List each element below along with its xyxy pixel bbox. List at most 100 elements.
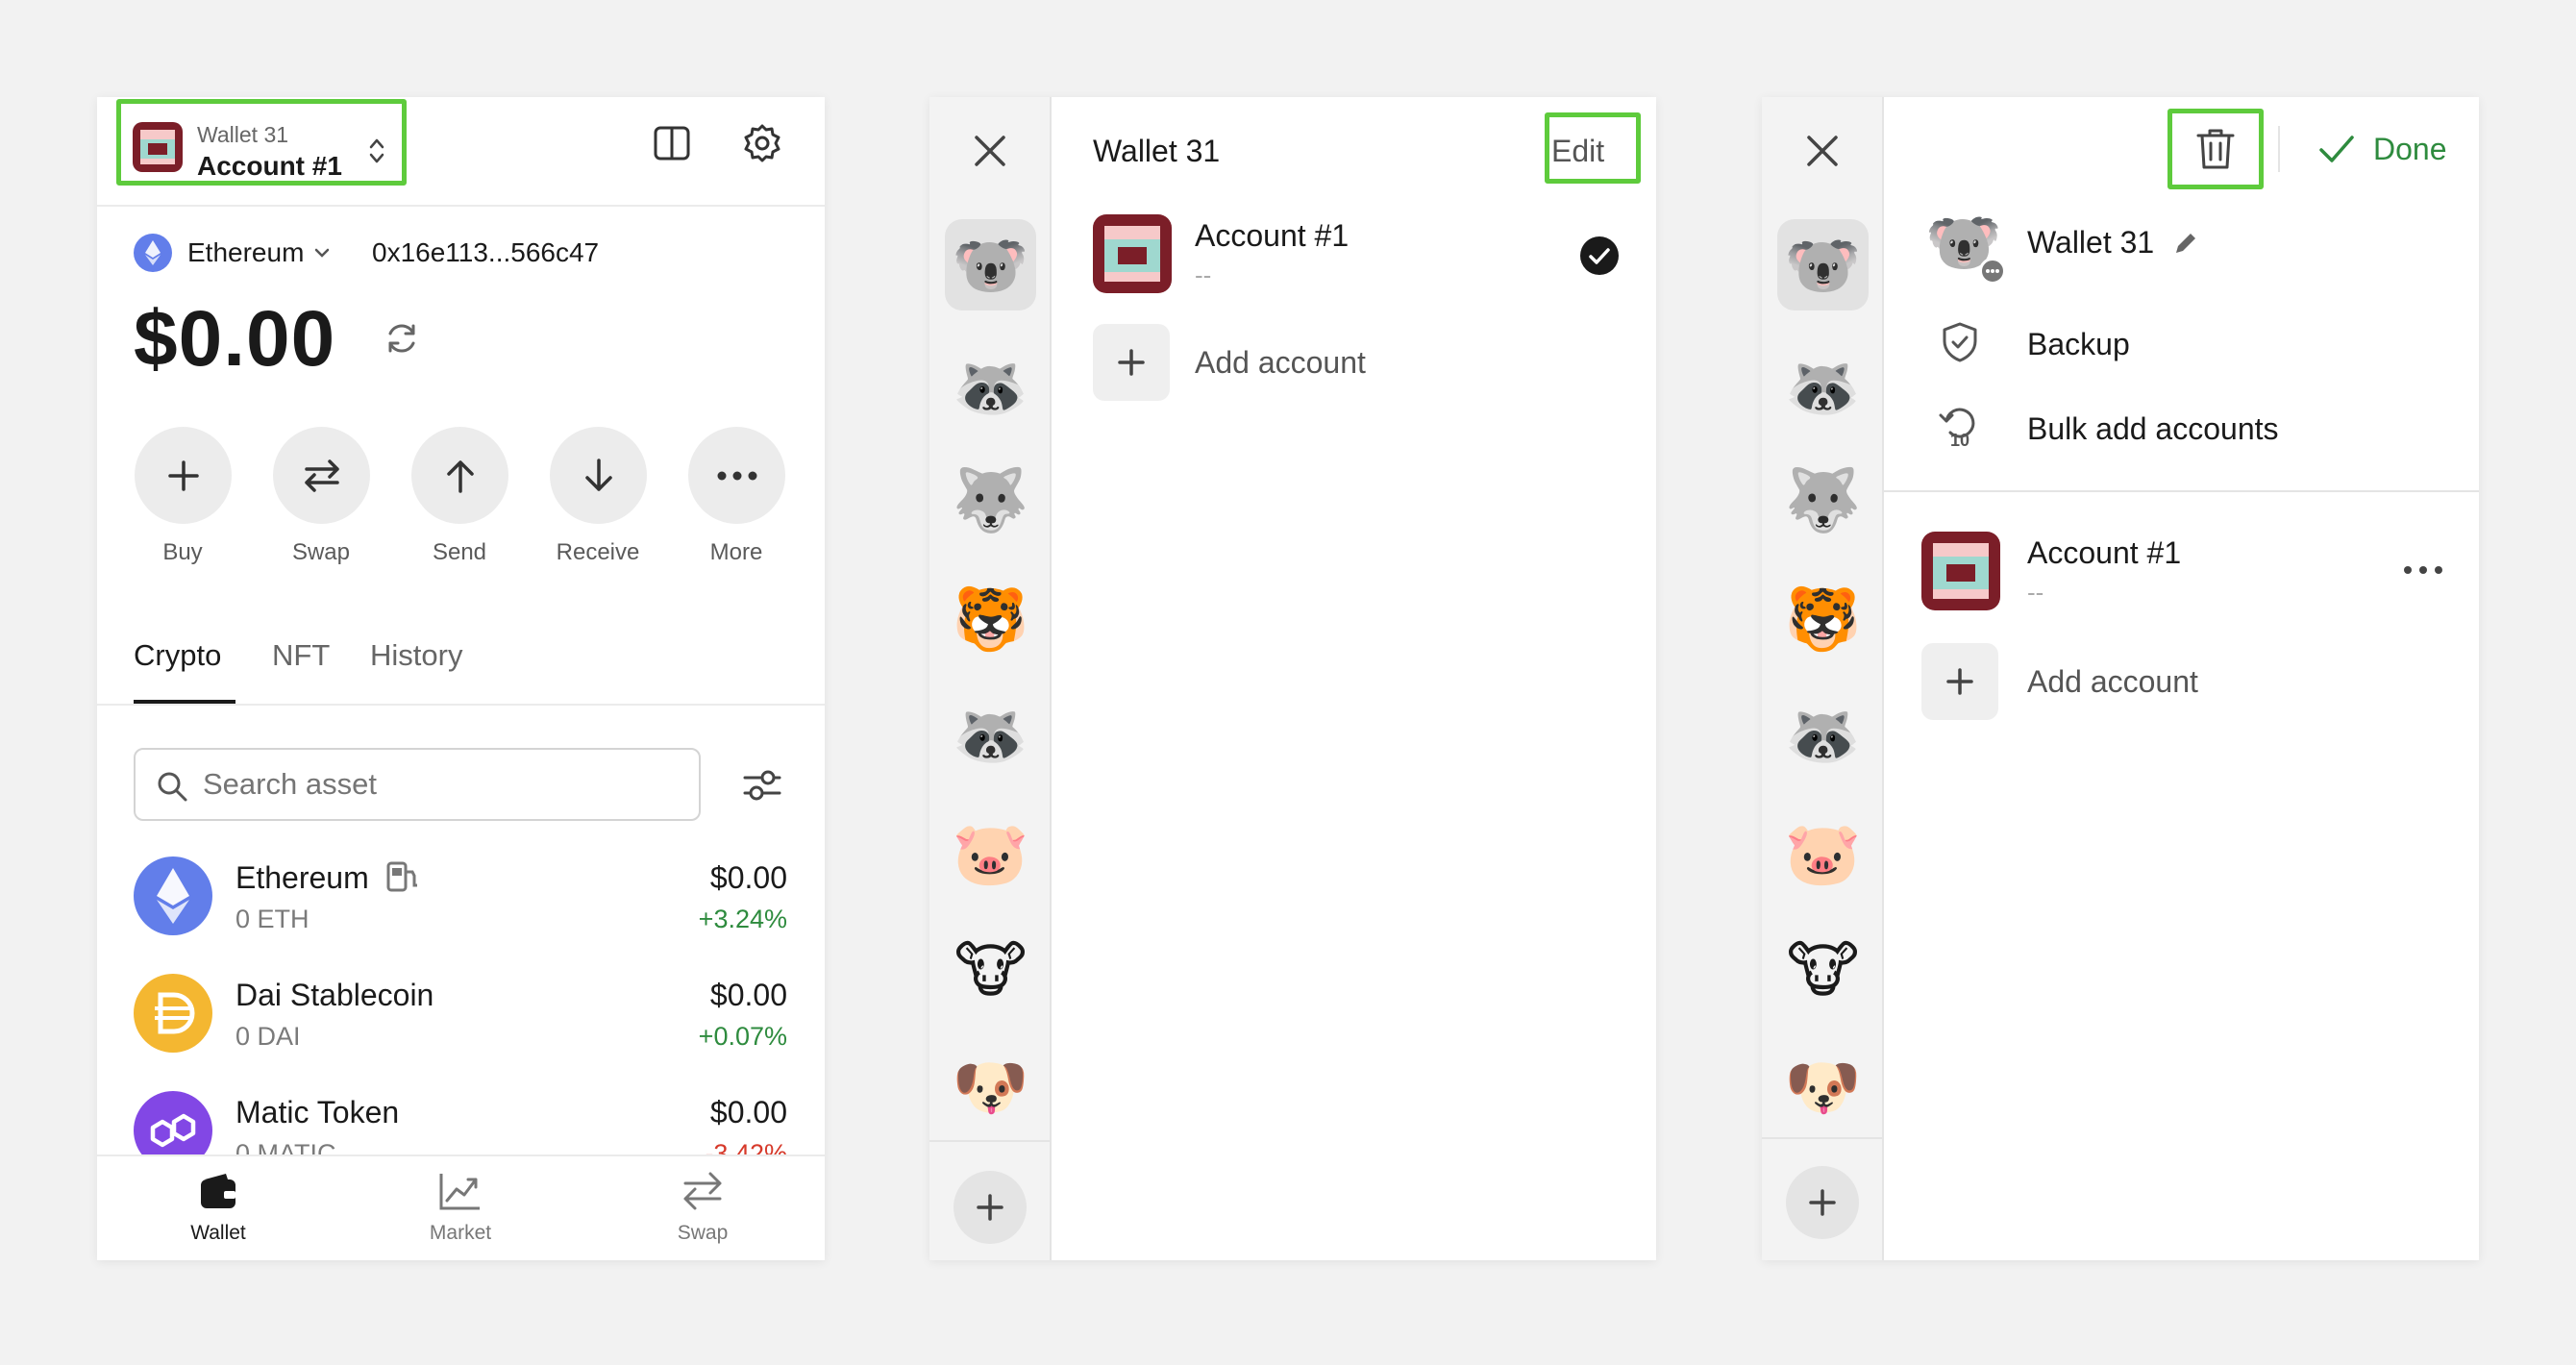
- token-change: +0.07%: [698, 1022, 787, 1051]
- add-wallet-button[interactable]: [1786, 1166, 1859, 1239]
- wallet-avatar-raccoon-2[interactable]: 🦝: [1777, 689, 1869, 781]
- account-name: Account #1: [1195, 218, 1350, 253]
- more-label: More: [709, 539, 763, 565]
- receive-label: Receive: [556, 539, 640, 565]
- network-selector[interactable]: Ethereum: [134, 232, 331, 274]
- search-icon: [158, 772, 187, 802]
- nav-market-label: Market: [429, 1222, 492, 1244]
- done-label: Done: [2373, 131, 2447, 166]
- wallet-avatar-strip: 🐨 🦝 🐺 🐯 🦝 🐷 🐮 🐶: [929, 97, 1052, 1260]
- bottom-nav: Wallet Market Swap: [97, 1154, 825, 1260]
- highlight-trash-button: [2167, 109, 2264, 189]
- wallet-avatar-koala[interactable]: 🐨: [945, 219, 1036, 310]
- wallet-avatar-raccoon-2[interactable]: 🦝: [945, 689, 1036, 781]
- token-name: Matic Token: [235, 1095, 400, 1129]
- dai-token-icon: [134, 974, 212, 1053]
- wallet-avatar-dog[interactable]: 🐶: [945, 1041, 1036, 1132]
- account-name: Account #1: [2027, 535, 2182, 570]
- ethereum-network-icon: [134, 234, 172, 272]
- add-account-label: Add account: [2027, 664, 2198, 699]
- plus-icon: [1809, 1189, 1836, 1216]
- token-change: +3.24%: [698, 905, 787, 933]
- highlight-account-switcher: [116, 99, 407, 186]
- wallet-avatar-tiger[interactable]: 🐯: [1777, 573, 1869, 664]
- bulk-add-icon: 10: [1939, 408, 1975, 450]
- buy-button[interactable]: [135, 427, 232, 524]
- token-name: Ethereum: [235, 860, 369, 895]
- wallet-home-panel: Wallet 31 Account #1 Ethereum 0x16e113..…: [97, 97, 825, 1260]
- buy-label: Buy: [162, 539, 203, 565]
- gas-pump-icon: [386, 861, 417, 892]
- wallet-name-row[interactable]: 🐨 Wallet 31: [1925, 208, 2310, 285]
- token-amount: 0 DAI: [235, 1022, 301, 1051]
- more-button[interactable]: [688, 427, 785, 524]
- nav-swap[interactable]: Swap: [645, 1170, 760, 1256]
- account-avatar: [1921, 532, 2000, 610]
- close-icon[interactable]: [1803, 132, 1842, 170]
- done-button[interactable]: Done: [2317, 126, 2447, 172]
- bulk-add-row[interactable]: 10 Bulk add accounts: [1925, 398, 2444, 456]
- chart-icon: [439, 1174, 480, 1210]
- backup-row[interactable]: Backup: [1925, 313, 2444, 371]
- send-label: Send: [432, 539, 487, 565]
- more-options-icon[interactable]: [2402, 564, 2444, 576]
- checkmark-icon: [2319, 136, 2354, 162]
- token-name: Dai Stablecoin: [235, 978, 434, 1012]
- wallet-address[interactable]: 0x16e113...566c47: [372, 237, 599, 268]
- ethereum-token-icon: [134, 856, 212, 935]
- close-icon[interactable]: [971, 132, 1009, 170]
- wallet-avatar-pig[interactable]: 🐷: [945, 807, 1036, 899]
- token-value: $0.00: [709, 978, 787, 1012]
- account-avatar: [1093, 214, 1172, 293]
- send-button[interactable]: [411, 427, 508, 524]
- svg-text:10: 10: [1950, 431, 1969, 450]
- wallet-avatar-dog[interactable]: 🐶: [1777, 1041, 1869, 1132]
- highlight-edit-button: [1545, 112, 1641, 184]
- search-box[interactable]: [134, 748, 701, 821]
- token-row-dai[interactable]: Dai Stablecoin 0 DAI $0.00 +0.07%: [134, 974, 787, 1070]
- account-row[interactable]: Account #1 --: [1921, 528, 2454, 614]
- wallet-avatar-wolf[interactable]: 🐺: [945, 454, 1036, 545]
- arrow-up-icon: [446, 459, 474, 493]
- swap-icon: [683, 1172, 722, 1210]
- nav-wallet[interactable]: Wallet: [161, 1170, 276, 1256]
- nav-market[interactable]: Market: [403, 1170, 518, 1256]
- network-name: Ethereum: [187, 237, 305, 267]
- tab-crypto[interactable]: Crypto: [134, 638, 221, 673]
- wallet-avatar-cow[interactable]: 🐮: [1777, 924, 1869, 1015]
- account-balance: --: [2027, 578, 2044, 607]
- tab-nft[interactable]: NFT: [272, 638, 330, 673]
- wallet-avatar-tiger[interactable]: 🐯: [945, 573, 1036, 664]
- refresh-icon[interactable]: [382, 318, 422, 359]
- plus-icon: [1118, 349, 1145, 376]
- header-divider: [97, 205, 825, 207]
- swap-button[interactable]: [273, 427, 370, 524]
- wallet-list-panel: 🐨 🦝 🐺 🐯 🦝 🐷 🐮 🐶 Wallet 31 Edit Account #…: [929, 97, 1656, 1260]
- wallet-avatar-koala[interactable]: 🐨: [1777, 219, 1869, 310]
- arrow-down-icon: [584, 458, 612, 491]
- gear-icon[interactable]: [741, 122, 783, 164]
- token-row-ethereum[interactable]: Ethereum 0 ETH $0.00 +3.24%: [134, 856, 787, 953]
- add-wallet-button[interactable]: [954, 1171, 1027, 1244]
- swap-label: Swap: [291, 539, 351, 565]
- wallet-avatar-wolf[interactable]: 🐺: [1777, 454, 1869, 545]
- filter-sliders-icon[interactable]: [741, 764, 783, 807]
- search-input[interactable]: [203, 763, 683, 806]
- pencil-icon[interactable]: [2171, 229, 2200, 258]
- wallet-avatar-cow[interactable]: 🐮: [945, 924, 1036, 1015]
- plus-icon: [1946, 668, 1973, 695]
- tab-history[interactable]: History: [370, 638, 462, 673]
- add-account-row[interactable]: Add account: [1921, 643, 2306, 720]
- account-row[interactable]: Account #1 --: [1093, 211, 1631, 297]
- add-account-row[interactable]: Add account: [1093, 324, 1477, 401]
- nav-wallet-label: Wallet: [190, 1222, 246, 1244]
- wallet-avatar-raccoon[interactable]: 🦝: [1777, 341, 1869, 433]
- sidebar-toggle-icon[interactable]: [653, 124, 691, 162]
- receive-button[interactable]: [550, 427, 647, 524]
- account-balance: --: [1195, 261, 1212, 289]
- backup-label: Backup: [2027, 327, 2130, 361]
- wallet-avatar-raccoon[interactable]: 🦝: [945, 341, 1036, 433]
- nav-swap-label: Swap: [677, 1222, 729, 1244]
- wallet-avatar-pig[interactable]: 🐷: [1777, 807, 1869, 899]
- add-account-plus: [1921, 643, 1998, 720]
